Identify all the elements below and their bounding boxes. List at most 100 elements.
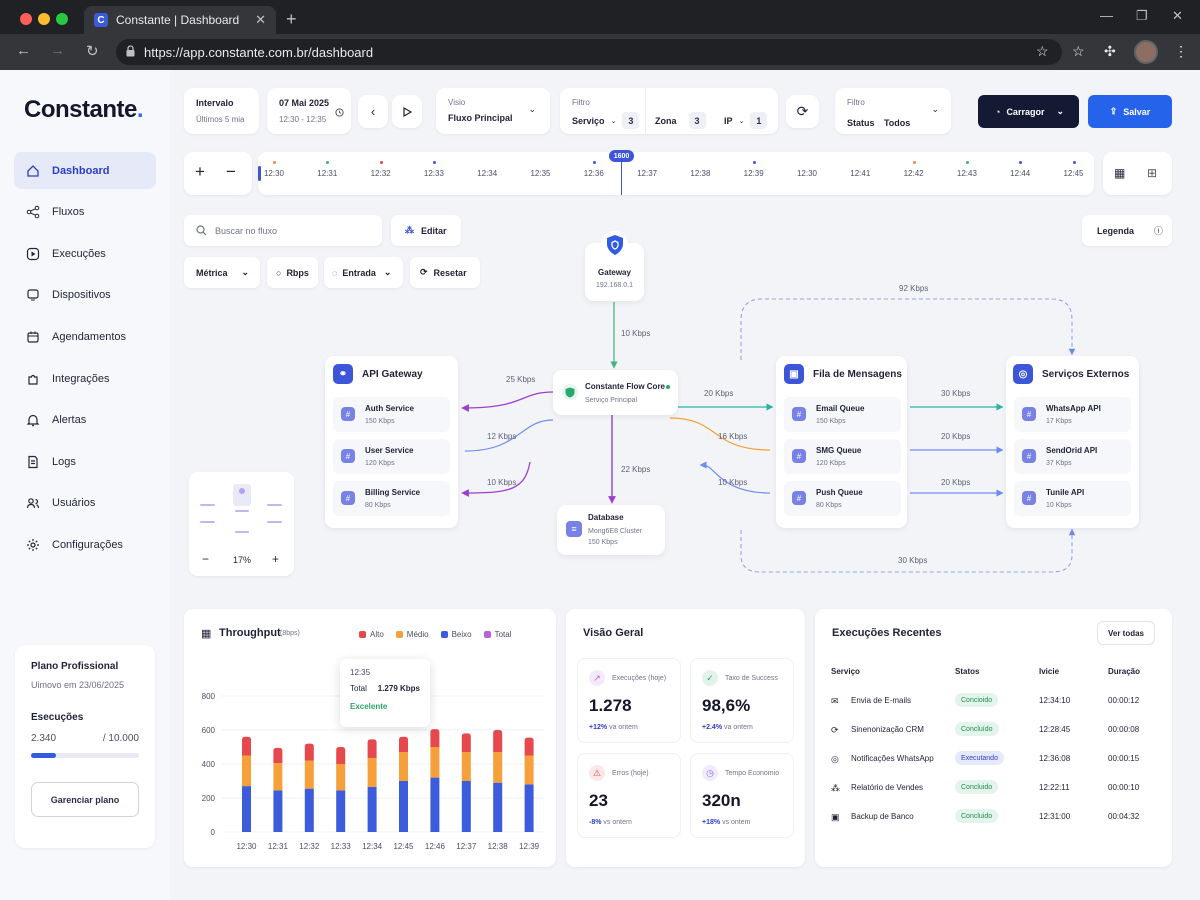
legend-item: Beixo [440,630,472,639]
database-node[interactable]: ≡ Database Mong6E8 Cluster 150 Kbps [557,505,665,555]
y-tick-label: 0 [211,828,216,837]
bar-segment-médio[interactable] [430,747,440,778]
bar-segment-beixo[interactable] [493,782,503,832]
bookmarks-icon[interactable]: ☆ [1072,43,1085,60]
service-item[interactable]: # Push Queue 80 Kbps [784,481,901,516]
service-icon: # [341,491,355,505]
external-services-group[interactable]: ◎ Serviços Externos # WhatsApp API 17 Kbps #… [1006,356,1139,528]
table-row[interactable]: ⟳ Sinenonização CRM Concluído 12:28:45 00:00… [831,715,1155,744]
service-item[interactable]: # Email Queue 150 Kbps [784,397,901,432]
metric-suffix: va ontem [724,724,753,731]
metric-card: ◷ Tempo Economio 320n +18% vs ontem [690,753,794,838]
table-header: Serviço Statos Ivicie Duração [831,667,1155,679]
new-tab-button[interactable]: + [286,9,297,30]
overview-title: Visão Geral [583,627,644,639]
close-tab-icon[interactable]: ✕ [255,12,266,28]
legend-item: Médio [395,630,429,639]
bar-segment-médio[interactable] [461,752,471,781]
see-all-button[interactable]: Ver todas [1097,621,1155,645]
browser-menu-icon[interactable]: ⋮ [1174,43,1188,60]
metric-suffix: va ontem [609,724,638,731]
table-row[interactable]: ✉ Envia de E-mails Concioido 12:34:10 00:00:… [831,686,1155,715]
api-gateway-group[interactable]: ⚭ API Gateway # Auth Service 150 Kbps # User … [325,356,458,528]
browser-tab[interactable]: C Constante | Dashboard ✕ [84,6,276,34]
shield-check-icon [562,384,578,400]
bar-segment-beixo[interactable] [430,777,440,832]
bar-segment-médio[interactable] [304,760,314,789]
x-tick-label: 12:38 [488,842,509,851]
bar-segment-médio[interactable] [493,752,503,783]
edge-label: 30 Kbps [898,556,928,565]
service-rate: 120 Kbps [816,460,846,467]
service-item[interactable]: # Billing Service 80 Kbps [333,481,450,516]
service-item[interactable]: # SendOrid API 37 Kbps [1014,439,1131,474]
bar-segment-beixo[interactable] [461,781,471,832]
address-bar[interactable]: https://app.constante.com.br/dashboard [116,39,1062,65]
bar-segment-beixo[interactable] [304,788,314,832]
metric-value: 1.278 [589,696,632,715]
gateway-node[interactable]: Gateway 192.168.0.1 [585,231,644,301]
bar-segment-alto[interactable] [273,747,283,764]
bar-segment-beixo[interactable] [524,784,534,832]
table-row[interactable]: ⁂ Relatório de Vendes Concluido 12:22:11 00:… [831,773,1155,802]
bar-segment-médio[interactable] [524,755,534,785]
bar-segment-alto[interactable] [367,739,377,759]
bar-segment-médio[interactable] [399,752,408,781]
table-row[interactable]: ▣ Backup de Banco Concluido 12:31:00 00:04:3… [831,802,1155,831]
bar-segment-médio[interactable] [273,763,283,791]
minimap-zoom-in-icon[interactable]: + [272,552,279,566]
bar-segment-beixo[interactable] [399,781,408,832]
bar-segment-alto[interactable] [524,737,534,756]
bar-segment-beixo[interactable] [367,786,377,832]
row-duration: 00:00:10 [1108,783,1140,792]
group-title: API Gateway [362,368,423,380]
minimize-window-button[interactable] [38,13,50,25]
service-item[interactable]: # WhatsApp API 17 Kbps [1014,397,1131,432]
reload-icon[interactable]: ↻ [86,42,99,60]
core-title: Constante Flow Core [585,382,666,391]
extensions-icon[interactable]: ✣ [1104,43,1116,60]
bar-segment-alto[interactable] [399,736,408,753]
maximize-window-button[interactable] [56,13,68,25]
minimap-preview [200,484,282,533]
queue-icon: # [792,491,806,505]
tooltip-time: 12:35 [350,668,371,677]
minimize-icon[interactable]: — [1100,8,1113,23]
service-item[interactable]: # Auth Service 150 Kbps [333,397,450,432]
bar-segment-beixo[interactable] [242,786,251,832]
shield-icon [601,231,628,258]
bar-segment-alto[interactable] [461,733,471,753]
bar-segment-alto[interactable] [242,736,251,756]
back-icon[interactable]: ← [16,42,31,59]
bar-segment-médio[interactable] [336,764,346,791]
x-tick-label: 12:32 [299,842,320,851]
edge-core-auth [461,391,554,412]
bar-segment-beixo[interactable] [336,790,346,832]
check-icon: ✓ [702,670,718,686]
chart-tooltip: 12:35 Total 1.279 Kbps Excelente [340,659,430,727]
service-item[interactable]: # SMG Queue 120 Kbps [784,439,901,474]
close-window-button[interactable] [20,13,32,25]
bar-segment-alto[interactable] [430,729,440,747]
minimap-zoom-out-icon[interactable]: − [202,552,209,566]
bar-segment-alto[interactable] [336,747,346,764]
minimap[interactable]: − 17% + [189,472,294,576]
bookmark-star-icon[interactable]: ☆ [1036,43,1049,60]
throughput-title: Throughput [219,627,281,639]
close-icon[interactable]: ✕ [1172,8,1183,24]
restore-icon[interactable]: ❐ [1136,8,1148,24]
table-row[interactable]: ◎ Notificações WhatsApp Executando 12:36:08… [831,744,1155,773]
message-queue-group[interactable]: ▣ Fila de Mensagens # Email Queue 150 Kbps #… [776,356,907,528]
avatar[interactable] [1134,40,1158,64]
metric-card: ⚠ Erros (hoje) 23 -8% vs ontem [577,753,681,838]
edge-label: 20 Kbps [941,432,971,441]
bar-segment-alto[interactable] [304,743,314,761]
core-node[interactable]: Constante Flow Core Serviço Principal [553,370,678,415]
service-item[interactable]: # User Service 120 Kbps [333,439,450,474]
bar-segment-beixo[interactable] [273,790,283,832]
forward-icon[interactable]: → [50,42,65,59]
bar-segment-médio[interactable] [242,755,251,787]
service-item[interactable]: # Tunile API 10 Kbps [1014,481,1131,516]
bar-segment-alto[interactable] [493,730,503,753]
bar-segment-médio[interactable] [367,758,377,787]
